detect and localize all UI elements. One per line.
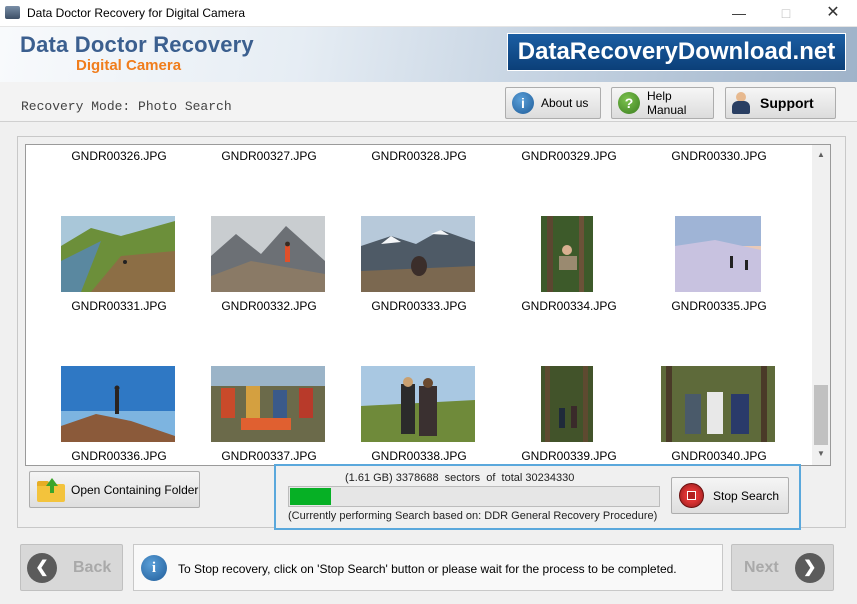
photo-gallery[interactable]: GNDR00326.JPG GNDR00327.JPG GNDR00328.JP… — [25, 144, 831, 466]
procedure-status: (Currently performing Search based on: D… — [288, 510, 658, 522]
about-us-button[interactable]: i About us — [505, 87, 601, 119]
file-name: GNDR00332.JPG — [221, 299, 317, 313]
help-manual-button[interactable]: ? Help Manual — [611, 87, 714, 119]
close-icon[interactable]: ✕ — [810, 0, 856, 27]
open-containing-folder-button[interactable]: Open Containing Folder — [29, 471, 200, 508]
file-name: GNDR00328.JPG — [371, 149, 467, 163]
file-name: GNDR00335.JPG — [671, 299, 767, 313]
info-bar: i To Stop recovery, click on 'Stop Searc… — [133, 544, 723, 591]
help-icon: ? — [618, 92, 640, 114]
stop-search-label: Stop Search — [713, 488, 780, 503]
support-button[interactable]: Support — [725, 87, 836, 119]
brand-subtitle: Digital Camera — [76, 57, 182, 74]
file-name: GNDR00338.JPG — [371, 449, 467, 463]
stop-search-button[interactable]: Stop Search — [671, 477, 789, 514]
progress-bar-fill — [290, 488, 331, 505]
file-name: GNDR00333.JPG — [371, 299, 467, 313]
file-name: GNDR00326.JPG — [71, 149, 167, 163]
maximize-icon[interactable]: □ — [763, 0, 809, 27]
next-button[interactable]: Next ❯ — [731, 544, 834, 591]
recovery-mode-label: Recovery Mode: Photo Search — [21, 99, 232, 114]
back-label: Back — [73, 558, 112, 576]
photo-thumbnail[interactable] — [661, 366, 775, 442]
photo-thumbnail[interactable] — [675, 216, 761, 292]
folder-icon — [37, 477, 65, 502]
sectors-status: (1.61 GB) 3378688 sectors of total 30234… — [345, 472, 575, 484]
file-name: GNDR00337.JPG — [221, 449, 317, 463]
title-bar: Data Doctor Recovery for Digital Camera … — [0, 0, 857, 27]
photo-thumbnail[interactable] — [211, 366, 325, 442]
photo-thumbnail[interactable] — [541, 366, 593, 442]
help-manual-label: Help Manual — [647, 89, 687, 117]
photo-thumbnail[interactable] — [361, 366, 475, 442]
file-name: GNDR00331.JPG — [71, 299, 167, 313]
scroll-thumb[interactable] — [814, 385, 828, 445]
scroll-down-icon[interactable]: ▼ — [812, 445, 830, 463]
file-name: GNDR00330.JPG — [671, 149, 767, 163]
photo-thumbnail[interactable] — [61, 366, 175, 442]
info-icon: i — [512, 92, 534, 114]
header-banner: Data Doctor Recovery Digital Camera Data… — [0, 27, 857, 82]
mode-bar: Recovery Mode: Photo Search i About us ?… — [0, 82, 857, 122]
open-folder-label: Open Containing Folder — [71, 482, 199, 497]
photo-thumbnail[interactable] — [61, 216, 175, 292]
arrow-right-icon: ❯ — [794, 552, 825, 583]
info-message: To Stop recovery, click on 'Stop Search'… — [178, 562, 677, 576]
file-name: GNDR00340.JPG — [671, 449, 767, 463]
gallery-scrollbar[interactable]: ▲ ▼ — [812, 145, 830, 465]
stop-icon — [679, 483, 704, 508]
progress-bar — [288, 486, 660, 507]
arrow-left-icon: ❮ — [27, 552, 57, 583]
photo-thumbnail[interactable] — [541, 216, 593, 292]
support-person-icon — [732, 92, 750, 114]
back-button[interactable]: ❮ Back — [20, 544, 123, 591]
file-name: GNDR00336.JPG — [71, 449, 167, 463]
window-title: Data Doctor Recovery for Digital Camera — [27, 6, 246, 20]
photo-thumbnail[interactable] — [211, 216, 325, 292]
brand-title: Data Doctor Recovery — [20, 32, 254, 57]
minimize-icon[interactable]: — — [716, 0, 762, 27]
website-logo[interactable]: DataRecoveryDownload.net — [507, 33, 846, 71]
about-us-label: About us — [541, 96, 589, 110]
scroll-up-icon[interactable]: ▲ — [812, 146, 830, 164]
photo-thumbnail[interactable] — [361, 216, 475, 292]
info-icon: i — [141, 555, 167, 581]
file-name: GNDR00329.JPG — [521, 149, 617, 163]
next-label: Next — [744, 558, 779, 576]
support-label: Support — [760, 95, 814, 111]
file-name: GNDR00327.JPG — [221, 149, 317, 163]
file-name: GNDR00339.JPG — [521, 449, 617, 463]
file-name: GNDR00334.JPG — [521, 299, 617, 313]
app-icon — [5, 6, 20, 19]
